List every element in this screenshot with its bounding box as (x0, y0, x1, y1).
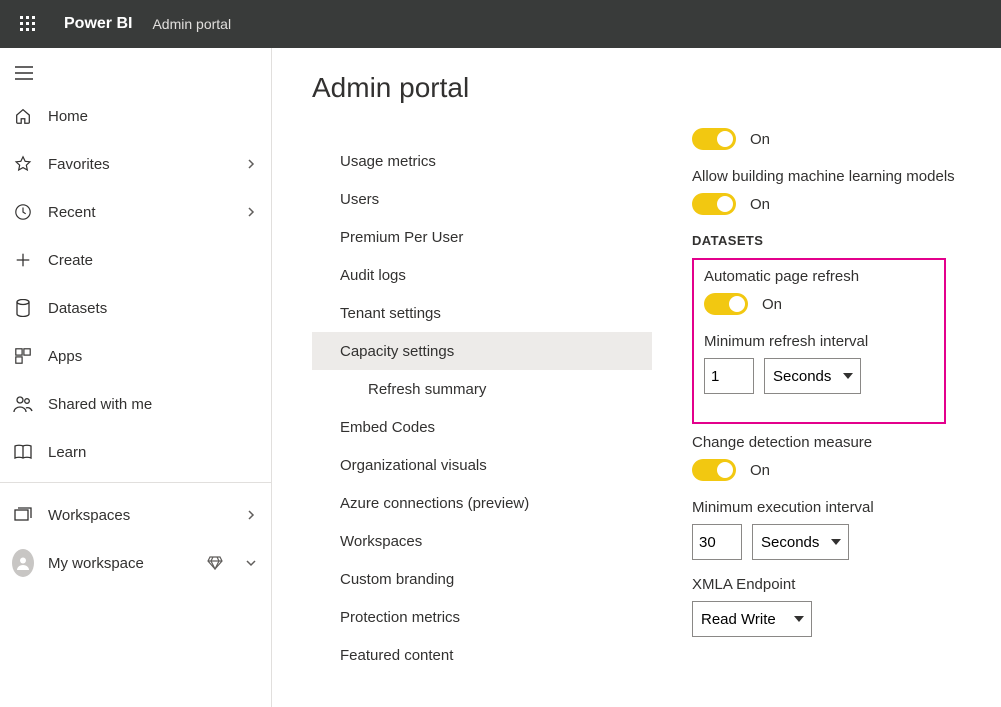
admin-menu-branding[interactable]: Custom branding (312, 560, 652, 598)
people-icon (12, 393, 34, 415)
highlight-auto-refresh: Automatic page refresh On Minimum refres… (692, 258, 946, 424)
plus-icon (12, 249, 34, 271)
sidebar-item-label: Datasets (48, 300, 259, 317)
toggle-change-detection[interactable] (692, 459, 736, 481)
sidebar-item-label: Workspaces (48, 507, 229, 524)
app-launcher-icon[interactable] (8, 4, 48, 44)
admin-menu-azure[interactable]: Azure connections (preview) (312, 484, 652, 522)
sidebar-item-favorites[interactable]: Favorites (0, 140, 271, 188)
chevron-right-icon (243, 156, 259, 172)
admin-menu-ppu[interactable]: Premium Per User (312, 218, 652, 256)
min-refresh-value-input[interactable] (704, 358, 754, 394)
nav-divider (0, 482, 271, 483)
toggle-state-label: On (750, 196, 770, 213)
sidebar-item-label: Apps (48, 348, 259, 365)
xmla-endpoint-select[interactable]: Read Write (692, 601, 812, 637)
star-icon (12, 153, 34, 175)
chevron-right-icon (243, 204, 259, 220)
avatar-icon (12, 552, 34, 574)
sidebar-item-label: Shared with me (48, 396, 259, 413)
sidebar-item-workspaces[interactable]: Workspaces (0, 491, 271, 539)
sidebar-item-home[interactable]: Home (0, 92, 271, 140)
sidebar-item-label: My workspace (48, 555, 193, 572)
admin-menu-orgvisuals[interactable]: Organizational visuals (312, 446, 652, 484)
book-icon (12, 441, 34, 463)
setting-change-detection: Change detection measure (692, 434, 985, 451)
toggle-generic-1[interactable] (692, 128, 736, 150)
sidebar-item-label: Home (48, 108, 259, 125)
nav-toggle-icon[interactable] (0, 54, 48, 92)
admin-menu-tenant[interactable]: Tenant settings (312, 294, 652, 332)
admin-menu-capacity[interactable]: Capacity settings (312, 332, 652, 370)
chevron-down-icon (243, 555, 259, 571)
sidebar-item-label: Recent (48, 204, 229, 221)
product-name: Power BI (64, 15, 132, 33)
setting-min-exec: Minimum execution interval (692, 499, 985, 516)
admin-menu-workspaces[interactable]: Workspaces (312, 522, 652, 560)
home-icon (12, 105, 34, 127)
admin-menu-protection[interactable]: Protection metrics (312, 598, 652, 636)
sidebar-item-label: Learn (48, 444, 259, 461)
page-title: Admin portal (312, 72, 652, 104)
sidebar: Home Favorites Recent Create (0, 48, 272, 707)
setting-min-refresh: Minimum refresh interval (704, 333, 934, 350)
admin-menu-usage[interactable]: Usage metrics (312, 142, 652, 180)
toggle-auto-refresh[interactable] (704, 293, 748, 315)
sidebar-item-learn[interactable]: Learn (0, 428, 271, 476)
database-icon (12, 297, 34, 319)
sidebar-item-label: Favorites (48, 156, 229, 173)
chevron-right-icon (243, 507, 259, 523)
premium-diamond-icon (207, 556, 223, 570)
setting-xmla: XMLA Endpoint (692, 576, 985, 593)
workspaces-icon (12, 504, 34, 526)
datasets-group-header: DATASETS (692, 233, 985, 248)
toggle-allow-ml[interactable] (692, 193, 736, 215)
apps-icon (12, 345, 34, 367)
admin-menu-embed[interactable]: Embed Codes (312, 408, 652, 446)
min-exec-unit-select[interactable]: Seconds (752, 524, 849, 560)
sidebar-item-apps[interactable]: Apps (0, 332, 271, 380)
admin-menu-users[interactable]: Users (312, 180, 652, 218)
sidebar-item-recent[interactable]: Recent (0, 188, 271, 236)
min-exec-value-input[interactable] (692, 524, 742, 560)
clock-icon (12, 201, 34, 223)
toggle-state-label: On (750, 131, 770, 148)
sidebar-item-shared[interactable]: Shared with me (0, 380, 271, 428)
admin-menu: Usage metrics Users Premium Per User Aud… (312, 142, 652, 674)
admin-menu-refresh-summary[interactable]: Refresh summary (312, 370, 652, 408)
admin-menu-featured[interactable]: Featured content (312, 636, 652, 674)
setting-allow-ml: Allow building machine learning models (692, 168, 985, 185)
toggle-state-label: On (762, 296, 782, 313)
main-content: Admin portal Usage metrics Users Premium… (272, 48, 1001, 707)
topbar: Power BI Admin portal (0, 0, 1001, 48)
sidebar-item-create[interactable]: Create (0, 236, 271, 284)
admin-menu-audit[interactable]: Audit logs (312, 256, 652, 294)
top-section-label: Admin portal (152, 16, 231, 32)
setting-auto-refresh: Automatic page refresh (704, 268, 934, 285)
sidebar-item-datasets[interactable]: Datasets (0, 284, 271, 332)
toggle-state-label: On (750, 462, 770, 479)
sidebar-item-label: Create (48, 252, 259, 269)
sidebar-item-my-workspace[interactable]: My workspace (0, 539, 271, 587)
min-refresh-unit-select[interactable]: Seconds (764, 358, 861, 394)
